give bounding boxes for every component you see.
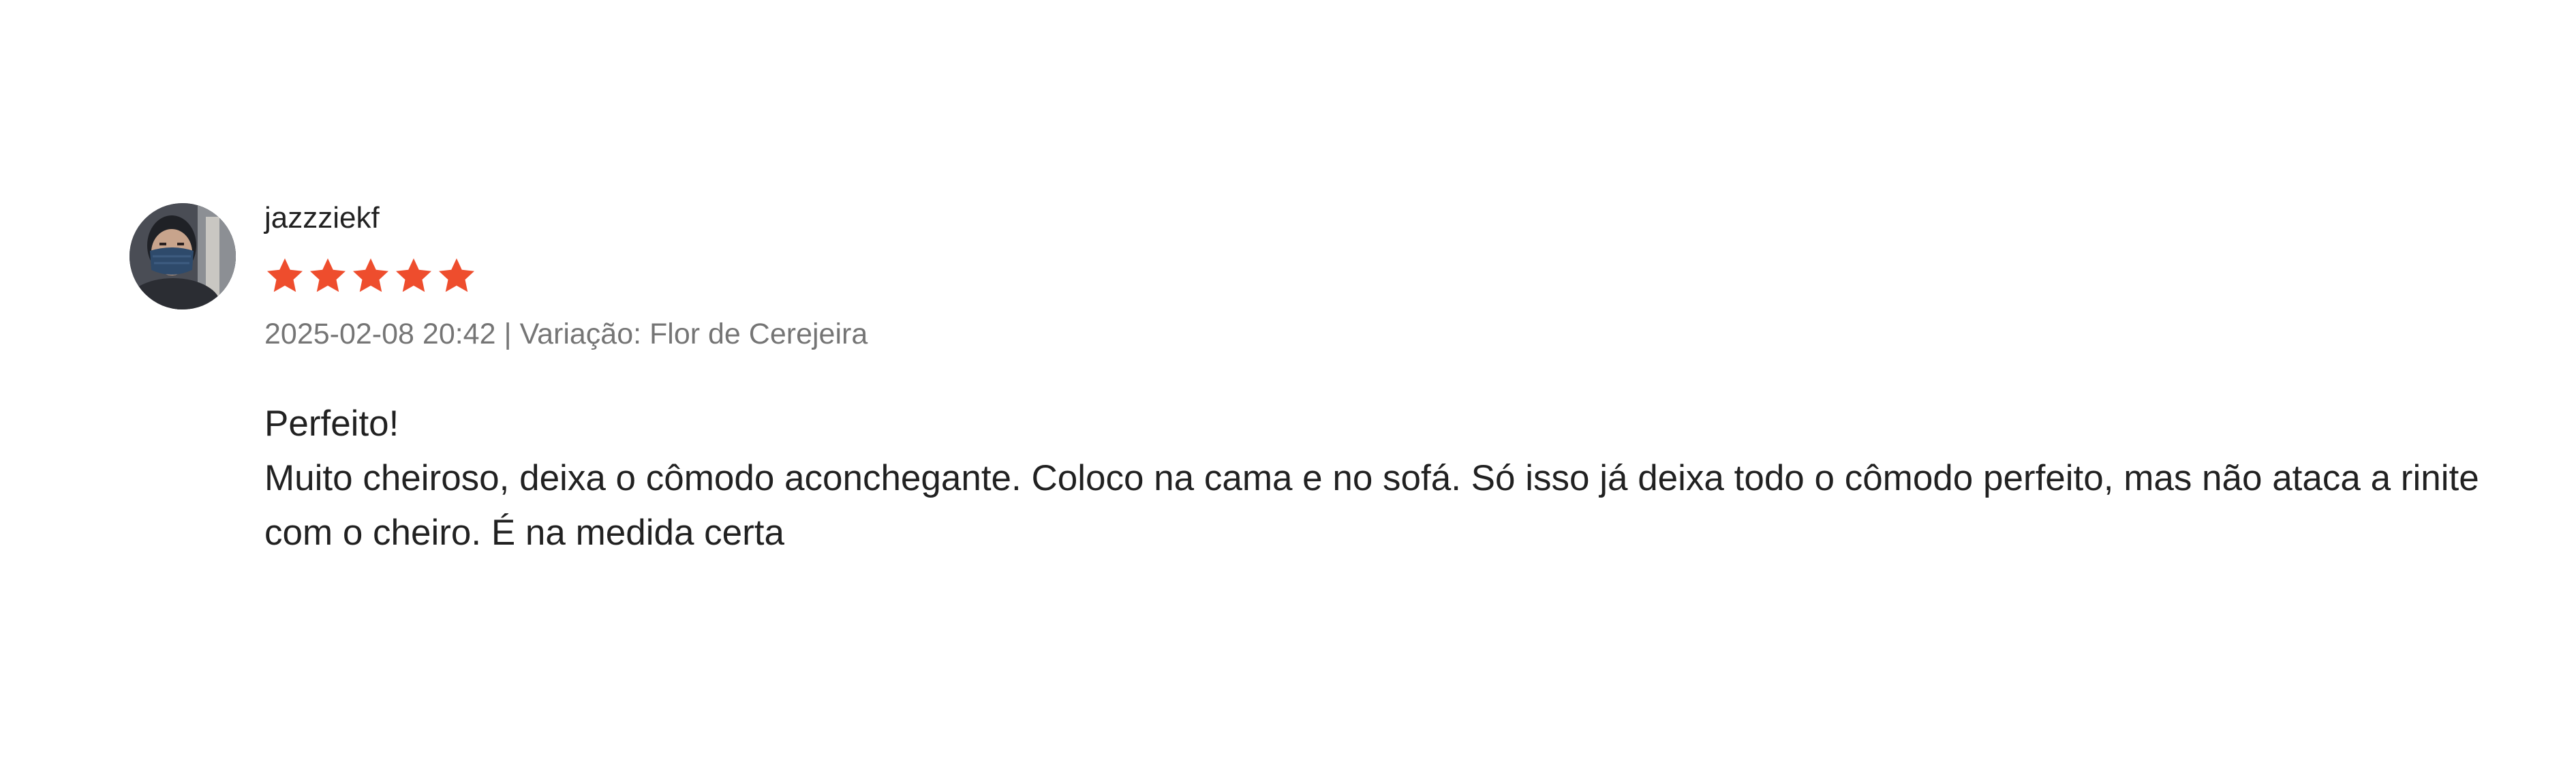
avatar-photo-icon [129,203,236,309]
star-icon [307,256,348,297]
star-icon [436,256,477,297]
star-icon [264,256,305,297]
review-body: Perfeito! Muito cheiroso, deixa o cômodo… [264,397,2556,560]
review-variation: Variação: Flor de Cerejeira [519,318,868,350]
user-avatar[interactable] [129,203,236,309]
star-icon [393,256,434,297]
review-item: jazzziekf 2025-02-08 20:42 | Variação: F… [129,199,2556,560]
meta-separator: | [504,318,512,350]
review-meta: 2025-02-08 20:42 | Variação: Flor de Cer… [264,316,2556,352]
star-rating [264,255,2556,297]
review-content: jazzziekf 2025-02-08 20:42 | Variação: F… [264,199,2556,560]
review-date: 2025-02-08 20:42 [264,318,496,350]
review-title: Perfeito! [264,404,399,444]
star-icon [350,256,391,297]
review-text: Muito cheiroso, deixa o cômodo aconchega… [264,458,2479,553]
review-username[interactable]: jazzziekf [264,200,2556,236]
